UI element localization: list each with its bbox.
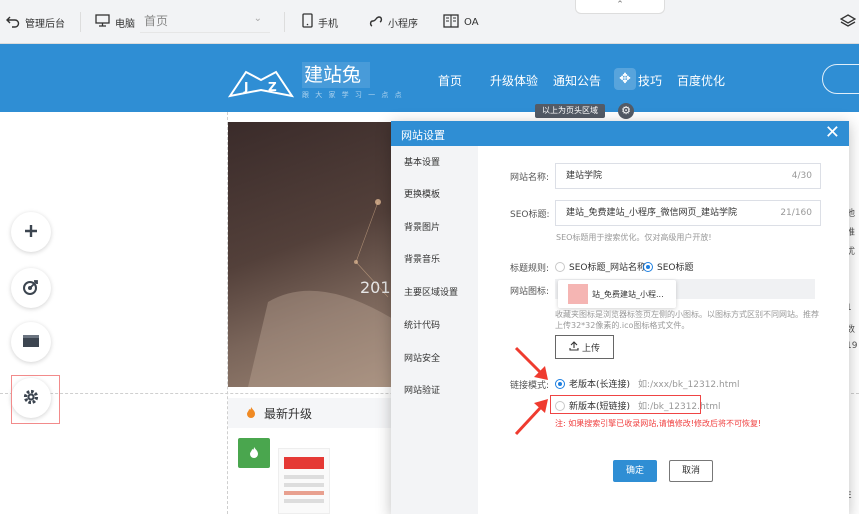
- add-module-button[interactable]: [11, 212, 51, 252]
- chevron-up-icon: ⌃: [616, 0, 624, 10]
- nav-item-notice[interactable]: 通知公告: [553, 72, 601, 89]
- menu-item-background-image[interactable]: 背景图片: [404, 220, 440, 233]
- menu-item-security[interactable]: 网站安全: [404, 351, 440, 364]
- window-icon: [22, 334, 40, 351]
- target-icon: [22, 278, 40, 299]
- header-search-pill[interactable]: [822, 64, 859, 94]
- nav-item-upgrade[interactable]: 升级体验: [490, 72, 538, 89]
- svg-text:Z: Z: [268, 80, 277, 94]
- page-select[interactable]: 首页 ⌄: [140, 9, 270, 33]
- latest-badge: [238, 438, 270, 468]
- book-logo-icon: J Z: [227, 66, 295, 100]
- back-to-admin-button[interactable]: 管理后台: [6, 0, 65, 44]
- layers-button[interactable]: [839, 0, 857, 44]
- menu-item-main-region[interactable]: 主要区域设置: [404, 285, 458, 298]
- menu-item-verification[interactable]: 网站验证: [404, 383, 440, 396]
- plus-icon: [23, 223, 39, 242]
- flame-icon: [249, 446, 259, 461]
- site-logo-text: 建站兔: [302, 62, 370, 88]
- undo-arrow-icon: [6, 14, 20, 31]
- dialog-header: 网站设置 ✕: [391, 121, 849, 146]
- region-settings-gear-icon[interactable]: ⚙: [618, 103, 634, 119]
- device-mobile-button[interactable]: 手机: [302, 0, 338, 44]
- close-icon[interactable]: ✕: [825, 123, 840, 143]
- device-oa-button[interactable]: OA: [443, 0, 479, 44]
- menu-item-stats-code[interactable]: 统计代码: [404, 318, 440, 331]
- menu-item-basic[interactable]: 基本设置: [404, 155, 440, 168]
- site-settings-dialog: 网站设置 ✕ 基本设置 更换模板 背景图片 背景音乐 主要区域设置 统计代码 网…: [391, 121, 849, 514]
- header-region-label: 以上为页头区域: [535, 104, 605, 118]
- layers-icon: [839, 13, 857, 31]
- mobile-icon: [302, 13, 313, 31]
- device-pc-label: 电脑: [115, 18, 135, 30]
- nav-item-baidu-seo[interactable]: 百度优化: [677, 72, 725, 89]
- move-handle-icon[interactable]: ✥: [614, 68, 636, 90]
- device-miniprogram-label: 小程序: [388, 18, 418, 30]
- latest-upgrade-header: 最新升级: [228, 398, 398, 428]
- oa-book-icon: [443, 13, 459, 31]
- latest-upgrade-card[interactable]: [278, 448, 330, 514]
- divider: [80, 12, 81, 32]
- device-pc-button[interactable]: 电脑: [95, 0, 135, 44]
- site-header: J Z 建站兔 跟 大 家 学 习 一 点 点 首页 升级体验 通知公告 技巧 …: [0, 44, 859, 112]
- svg-text:J: J: [243, 80, 248, 94]
- banner-year-text: 201: [360, 278, 391, 297]
- target-tool-button[interactable]: [11, 268, 51, 308]
- editor-toolbar: 管理后台 电脑 首页 ⌄ 手机 小程序 OA ⌃: [0, 0, 859, 44]
- miniprogram-icon: [369, 13, 383, 32]
- banner-image: [228, 122, 398, 387]
- menu-item-template[interactable]: 更换模板: [404, 187, 440, 200]
- divider: [284, 12, 285, 32]
- settings-highlight-box: [11, 375, 60, 424]
- layout-tool-button[interactable]: [11, 322, 51, 362]
- collapse-toolbar-tab[interactable]: ⌃: [575, 0, 665, 14]
- page-select-value: 首页: [144, 14, 169, 28]
- latest-upgrade-title: 最新升级: [264, 406, 313, 421]
- device-mobile-label: 手机: [318, 18, 338, 30]
- device-oa-label: OA: [464, 16, 479, 28]
- dialog-title: 网站设置: [401, 129, 445, 142]
- chevron-down-icon: ⌄: [253, 13, 262, 24]
- settings-menu: 基本设置 更换模板 背景图片 背景音乐 主要区域设置 统计代码 网站安全 网站验…: [391, 146, 478, 514]
- back-to-admin-label: 管理后台: [25, 18, 65, 30]
- device-miniprogram-button[interactable]: 小程序: [369, 0, 418, 44]
- site-logo-subtitle: 跟 大 家 学 习 一 点 点: [302, 91, 404, 99]
- nav-item-home[interactable]: 首页: [438, 72, 462, 89]
- flame-icon: [246, 406, 256, 421]
- nav-item-tips[interactable]: 技巧: [638, 72, 662, 89]
- menu-item-background-music[interactable]: 背景音乐: [404, 252, 440, 265]
- monitor-icon: [95, 14, 110, 30]
